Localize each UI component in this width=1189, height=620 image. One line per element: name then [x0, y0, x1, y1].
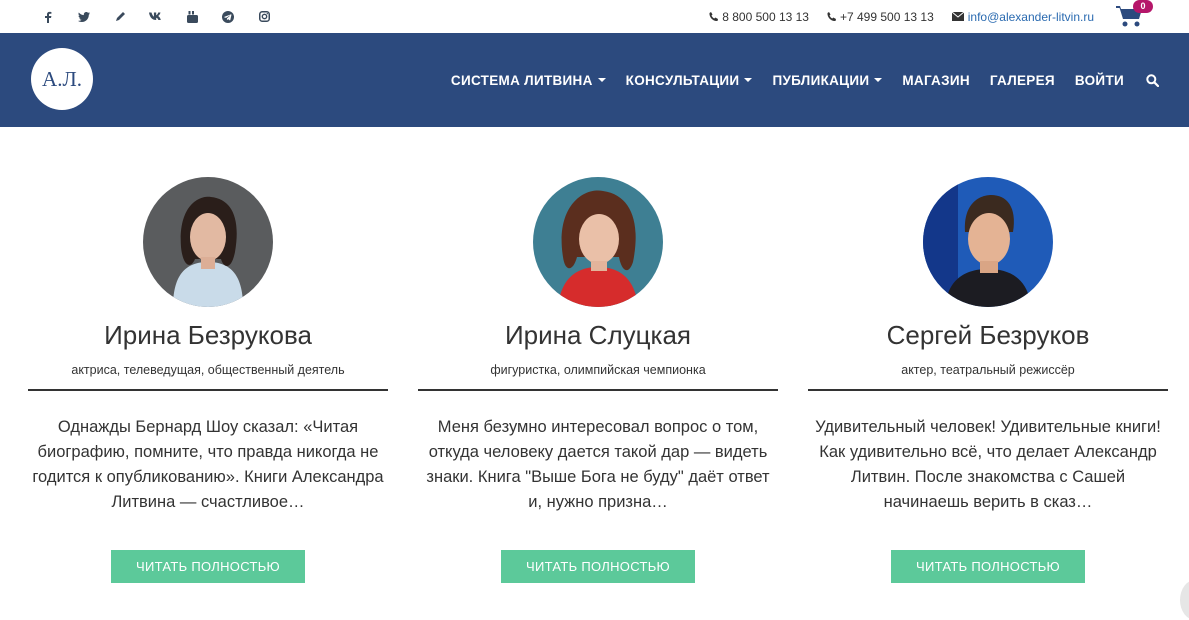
- search-button[interactable]: [1146, 73, 1159, 87]
- search-icon: [1146, 73, 1159, 87]
- caret-down-icon: [597, 78, 606, 82]
- quote-text: Однажды Бернард Шоу сказал: «Читая биогр…: [32, 418, 384, 511]
- phone-1-text: 8 800 500 13 13: [722, 9, 809, 24]
- divider: [418, 389, 778, 391]
- nav-item-consultations[interactable]: КОНСУЛЬТАЦИИ: [626, 73, 753, 88]
- nav-item-label: КОНСУЛЬТАЦИИ: [625, 72, 740, 88]
- testimonial-card: Сергей Безруков актер, театральный режис…: [808, 127, 1168, 610]
- facebook-icon[interactable]: [30, 0, 66, 33]
- quote-text: Удивительный человек! Удивительные книги…: [815, 418, 1161, 511]
- caret-down-icon: [874, 78, 883, 82]
- livejournal-icon[interactable]: [102, 0, 138, 33]
- person-name: Ирина Слуцкая: [504, 320, 692, 350]
- envelope-icon: [951, 12, 964, 21]
- nav-item-label: ПУБЛИКАЦИИ: [772, 72, 870, 88]
- vk-icon[interactable]: [138, 0, 174, 33]
- read-more-button[interactable]: ЧИТАТЬ ПОЛНОСТЬЮ: [891, 550, 1085, 583]
- phone-2[interactable]: +7 499 500 13 13: [827, 10, 934, 24]
- main-menu: СИСТЕМА ЛИТВИНА КОНСУЛЬТАЦИИ ПУБЛИКАЦИИ …: [431, 33, 1159, 127]
- testimonial-card: Ирина Безрукова актриса, телеведущая, об…: [28, 127, 388, 610]
- phone-icon: [709, 11, 719, 21]
- nav-item-system[interactable]: СИСТЕМА ЛИТВИНА: [451, 73, 606, 88]
- person-name: Ирина Безрукова: [104, 320, 312, 350]
- instagram-icon[interactable]: [246, 0, 282, 33]
- nav-item-login[interactable]: ВОЙТИ: [1075, 73, 1124, 88]
- read-more-button[interactable]: ЧИТАТЬ ПОЛНОСТЬЮ: [111, 550, 305, 583]
- email-text: info@alexander-litvin.ru: [967, 9, 1094, 24]
- avatar: [923, 177, 1053, 307]
- telegram-icon[interactable]: [210, 0, 246, 33]
- nav-item-gallery[interactable]: ГАЛЕРЕЯ: [990, 73, 1055, 88]
- nav-item-label: ВОЙТИ: [1074, 72, 1124, 88]
- logo[interactable]: А.Л.: [31, 48, 93, 110]
- divider: [808, 389, 1168, 391]
- social-links: [30, 0, 282, 33]
- phone-2-text: +7 499 500 13 13: [839, 9, 934, 24]
- nav-item-publications[interactable]: ПУБЛИКАЦИИ: [772, 72, 883, 88]
- avatar: [143, 177, 273, 307]
- nav-item-label: МАГАЗИН: [902, 72, 970, 88]
- avatar: [533, 177, 663, 307]
- person-role: фигуристка, олимпийская чемпионка: [490, 363, 706, 377]
- email-link[interactable]: info@alexander-litvin.ru: [951, 9, 1094, 24]
- person-role: актер, театральный режиссёр: [901, 363, 1075, 377]
- youtube-icon[interactable]: [174, 0, 210, 33]
- quote-text: Меня безумно интересовал вопрос о том, о…: [426, 418, 770, 511]
- cart-count-badge: 0: [1133, 0, 1153, 13]
- phone-1[interactable]: 8 800 500 13 13: [709, 10, 809, 24]
- testimonial-card: Ирина Слуцкая фигуристка, олимпийская че…: [418, 127, 778, 610]
- phone-icon: [827, 11, 836, 21]
- person-role: актриса, телеведущая, общественный деяте…: [71, 363, 345, 377]
- contacts: 8 800 500 13 13 +7 499 500 13 13 info@al…: [691, 0, 1094, 33]
- read-more-button[interactable]: ЧИТАТЬ ПОЛНОСТЬЮ: [501, 550, 695, 583]
- nav-item-label: ГАЛЕРЕЯ: [989, 72, 1055, 88]
- divider: [28, 389, 388, 391]
- top-bar: 8 800 500 13 13 +7 499 500 13 13 info@al…: [0, 0, 1189, 33]
- person-name: Сергей Безруков: [886, 320, 1090, 350]
- scroll-to-top-button[interactable]: [1180, 580, 1189, 620]
- twitter-icon[interactable]: [66, 0, 102, 33]
- nav-item-shop[interactable]: МАГАЗИН: [902, 73, 970, 88]
- main-navbar: А.Л. СИСТЕМА ЛИТВИНА КОНСУЛЬТАЦИИ ПУБЛИК…: [0, 33, 1189, 127]
- caret-down-icon: [744, 78, 753, 82]
- nav-item-label: СИСТЕМА ЛИТВИНА: [450, 72, 593, 88]
